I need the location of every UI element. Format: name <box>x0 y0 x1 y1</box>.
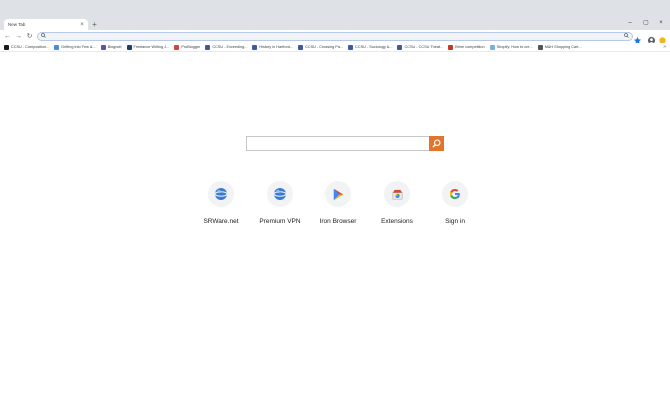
bookmark-favicon-icon <box>489 44 495 50</box>
bookmark-item[interactable]: M&H Shopping Cart... <box>537 43 582 52</box>
tab-title: New Tab <box>8 22 26 27</box>
search-icon <box>41 33 46 41</box>
bookmarks-bar: CCSU - Composition... Drifting into Few … <box>0 43 670 52</box>
bookmark-label: Blognutt <box>107 45 122 49</box>
shortcut-srware[interactable]: SRWare.net <box>191 181 251 231</box>
minimize-button[interactable]: – <box>625 19 635 28</box>
shortcut-label: SRWare.net <box>203 218 239 225</box>
shortcut-label: Sign in <box>445 218 465 225</box>
bookmark-favicon-icon <box>397 44 403 50</box>
profile-avatar-icon[interactable] <box>647 32 656 45</box>
maximize-button[interactable]: ▢ <box>641 19 651 28</box>
forward-button[interactable]: → <box>14 32 23 41</box>
shortcut-label: Premium VPN <box>259 218 301 225</box>
shortcut-label: Extensions <box>381 218 413 225</box>
bookmark-label: CCSU - CCSU Theat... <box>404 45 444 49</box>
bookmark-item[interactable]: Brine competition <box>448 43 485 52</box>
store-icon <box>384 181 410 207</box>
tab-strip <box>0 0 670 30</box>
bookmark-item[interactable]: CCSU - Composition... <box>4 43 49 52</box>
bookmark-item[interactable]: Drifting into Few &... <box>54 43 96 52</box>
bookmark-item[interactable]: History in Hartford... <box>252 43 293 52</box>
bookmark-item[interactable]: Freelance Writing J... <box>126 43 170 52</box>
new-tab-button[interactable]: + <box>90 20 99 29</box>
tab-new-tab[interactable]: New Tab × <box>4 19 88 30</box>
shortcut-iron-browser[interactable]: Iron Browser <box>308 181 368 231</box>
bookmark-item[interactable]: CCSU - Crossing Pa... <box>298 43 343 52</box>
bookmark-favicon-icon <box>252 44 258 50</box>
search-icon <box>432 139 441 148</box>
google-icon <box>442 181 468 207</box>
shortcut-extensions[interactable]: Extensions <box>367 181 427 231</box>
play-store-icon <box>325 181 351 207</box>
bookmark-favicon-icon <box>54 44 60 50</box>
bookmark-label: Freelance Writing J... <box>133 45 170 49</box>
bookmark-label: CCSU - Composition... <box>11 45 50 49</box>
search-input[interactable] <box>246 136 430 151</box>
bookmark-favicon-icon <box>298 44 304 50</box>
bookmark-label: CCSU - Exceeding... <box>212 45 248 49</box>
bookmark-label: Drifting into Few &... <box>61 45 96 49</box>
zoom-icon[interactable] <box>624 33 629 41</box>
shortcut-sign-in[interactable]: Sign in <box>425 181 485 231</box>
bookmark-favicon-icon <box>205 44 211 50</box>
bookmark-label: CCSU - Crossing Pa... <box>305 45 344 49</box>
globe-icon <box>267 181 293 207</box>
window-close-button[interactable]: × <box>656 19 666 28</box>
bookmark-favicon-icon <box>537 44 543 50</box>
close-tab-icon[interactable]: × <box>78 20 86 30</box>
bookmark-item[interactable]: ProBlogger <box>174 43 200 52</box>
reload-button[interactable]: ↻ <box>25 32 34 41</box>
back-button[interactable]: ← <box>3 32 12 41</box>
bookmark-item[interactable]: CCSU - Exceeding... <box>205 43 247 52</box>
more-bookmarks-button[interactable]: » <box>663 43 666 52</box>
bookmark-item[interactable]: CCSU - CCSU Theat... <box>397 43 443 52</box>
bookmark-favicon-icon <box>174 44 180 50</box>
bookmark-label: Shopify: How to cre... <box>496 45 533 49</box>
search-button[interactable] <box>429 136 444 151</box>
bookmark-label: CCSU - Sociology &... <box>355 45 393 49</box>
bookmark-label: M&H Shopping Cart... <box>544 45 582 49</box>
extension-icon[interactable] <box>658 32 667 44</box>
bookmark-favicon-icon <box>348 44 354 50</box>
bookmark-favicon-icon <box>4 44 9 50</box>
bookmark-favicon-icon <box>126 44 132 50</box>
shortcut-premium-vpn[interactable]: Premium VPN <box>250 181 310 231</box>
bookmark-label: History in Hartford... <box>259 45 294 49</box>
shortcut-label: Iron Browser <box>319 218 357 225</box>
bookmark-label: Brine competition <box>455 45 485 49</box>
bookmark-item[interactable]: CCSU - Sociology &... <box>348 43 392 52</box>
address-bar[interactable] <box>37 32 633 41</box>
globe-icon <box>208 181 234 207</box>
bookmark-item[interactable]: Shopify: How to cre... <box>489 43 533 52</box>
bookmark-star-icon[interactable] <box>633 32 642 45</box>
bookmark-item[interactable]: Blognutt <box>100 43 122 52</box>
bookmark-favicon-icon <box>448 44 454 50</box>
bookmark-favicon-icon <box>100 44 106 50</box>
bookmark-label: ProBlogger <box>181 45 201 49</box>
